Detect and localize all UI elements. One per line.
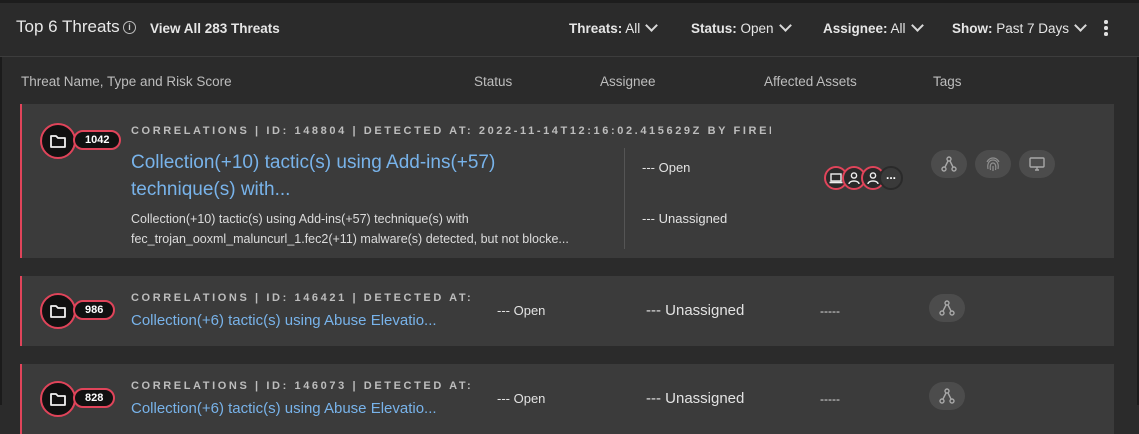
widget-header: Top 6 Threats i View All 283 Threats Thr… bbox=[0, 0, 1139, 57]
column-header-tags[interactable]: Tags bbox=[933, 74, 962, 89]
divider bbox=[624, 148, 625, 249]
folder-icon bbox=[40, 293, 76, 329]
fingerprint-icon[interactable] bbox=[975, 150, 1011, 178]
threat-status[interactable]: --- Open bbox=[642, 160, 690, 175]
view-all-threats-link[interactable]: View All 283 Threats bbox=[150, 21, 280, 36]
risk-score-badge: 986 bbox=[40, 293, 140, 333]
folder-icon bbox=[40, 123, 76, 159]
assignee-filter-value: All bbox=[890, 21, 906, 36]
widget-title: Top 6 Threats bbox=[16, 17, 120, 36]
status-filter-value: Open bbox=[740, 21, 774, 36]
affected-assets-empty: ----- bbox=[820, 392, 840, 406]
network-icon[interactable] bbox=[929, 294, 965, 322]
assignee-filter-dropdown[interactable]: Assignee: All bbox=[823, 19, 924, 36]
threats-filter-label: Threats: bbox=[569, 21, 623, 36]
affected-assets-empty: ----- bbox=[820, 304, 840, 318]
column-header-affected-assets[interactable]: Affected Assets bbox=[764, 74, 857, 89]
threat-status[interactable]: --- Open bbox=[497, 391, 545, 406]
threat-name-link[interactable]: Collection(+10) tactic(s) using Add-ins(… bbox=[131, 149, 495, 203]
column-header-assignee[interactable]: Assignee bbox=[600, 74, 656, 89]
chevron-down-icon bbox=[778, 19, 792, 32]
chevron-down-icon bbox=[1074, 19, 1087, 32]
threat-meta: CORRELATIONS | ID: 146073 | DETECTED AT:… bbox=[131, 380, 471, 392]
column-header-threat-name[interactable]: Threat Name, Type and Risk Score bbox=[21, 74, 232, 89]
threat-card[interactable]: 986 CORRELATIONS | ID: 146421 | DETECTED… bbox=[20, 276, 1114, 346]
column-header-status[interactable]: Status bbox=[474, 74, 512, 89]
status-filter-label: Status: bbox=[691, 21, 737, 36]
folder-icon bbox=[40, 381, 76, 417]
assignee-filter-label: Assignee: bbox=[823, 21, 888, 36]
info-icon[interactable]: i bbox=[123, 21, 136, 34]
risk-score: 986 bbox=[73, 300, 116, 320]
threat-assignee[interactable]: --- Unassigned bbox=[646, 390, 744, 407]
threat-status[interactable]: --- Open bbox=[497, 303, 545, 318]
network-icon[interactable] bbox=[929, 382, 965, 410]
status-filter-dropdown[interactable]: Status: Open bbox=[691, 19, 792, 36]
risk-score: 828 bbox=[73, 388, 116, 408]
network-icon[interactable] bbox=[931, 150, 967, 178]
show-period-dropdown[interactable]: Show: Past 7 Days bbox=[952, 19, 1087, 36]
threat-name-link[interactable]: Collection(+6) tactic(s) using Abuse Ele… bbox=[131, 400, 437, 417]
header-top-border bbox=[0, 0, 1139, 3]
threat-description: Collection(+10) tactic(s) using Add-ins(… bbox=[131, 209, 569, 249]
threat-name-line-2: technique(s) with... bbox=[131, 179, 291, 200]
threat-description-line-2: fec_trojan_ooxml_maluncurl_1.fec2(+11) m… bbox=[131, 232, 569, 246]
chevron-down-icon bbox=[910, 19, 924, 32]
threat-meta: CORRELATIONS | ID: 148804 | DETECTED AT:… bbox=[131, 125, 771, 137]
chevron-down-icon bbox=[645, 19, 659, 32]
more-assets-button[interactable]: ... bbox=[879, 166, 903, 190]
risk-score: 1042 bbox=[73, 130, 122, 150]
threat-assignee[interactable]: --- Unassigned bbox=[646, 302, 744, 319]
threat-name-line-1: Collection(+10) tactic(s) using Add-ins(… bbox=[131, 152, 496, 173]
show-filter-value: Past 7 Days bbox=[996, 21, 1070, 36]
threat-assignee[interactable]: --- Unassigned bbox=[642, 211, 727, 226]
risk-score-badge: 1042 bbox=[40, 123, 140, 163]
threat-name-link[interactable]: Collection(+6) tactic(s) using Abuse Ele… bbox=[131, 312, 437, 329]
threat-description-line-1: Collection(+10) tactic(s) using Add-ins(… bbox=[131, 212, 469, 226]
show-filter-label: Show: bbox=[952, 21, 993, 36]
risk-score-badge: 828 bbox=[40, 381, 140, 421]
threat-card[interactable]: 828 CORRELATIONS | ID: 146073 | DETECTED… bbox=[20, 364, 1114, 434]
threat-meta: CORRELATIONS | ID: 146421 | DETECTED AT:… bbox=[131, 292, 471, 304]
kebab-menu-icon[interactable] bbox=[1103, 20, 1109, 36]
threats-filter-value: All bbox=[625, 21, 641, 36]
monitor-icon[interactable] bbox=[1019, 150, 1055, 178]
threat-card[interactable]: 1042 CORRELATIONS | ID: 148804 | DETECTE… bbox=[20, 104, 1114, 258]
threats-filter-dropdown[interactable]: Threats: All bbox=[569, 19, 659, 36]
